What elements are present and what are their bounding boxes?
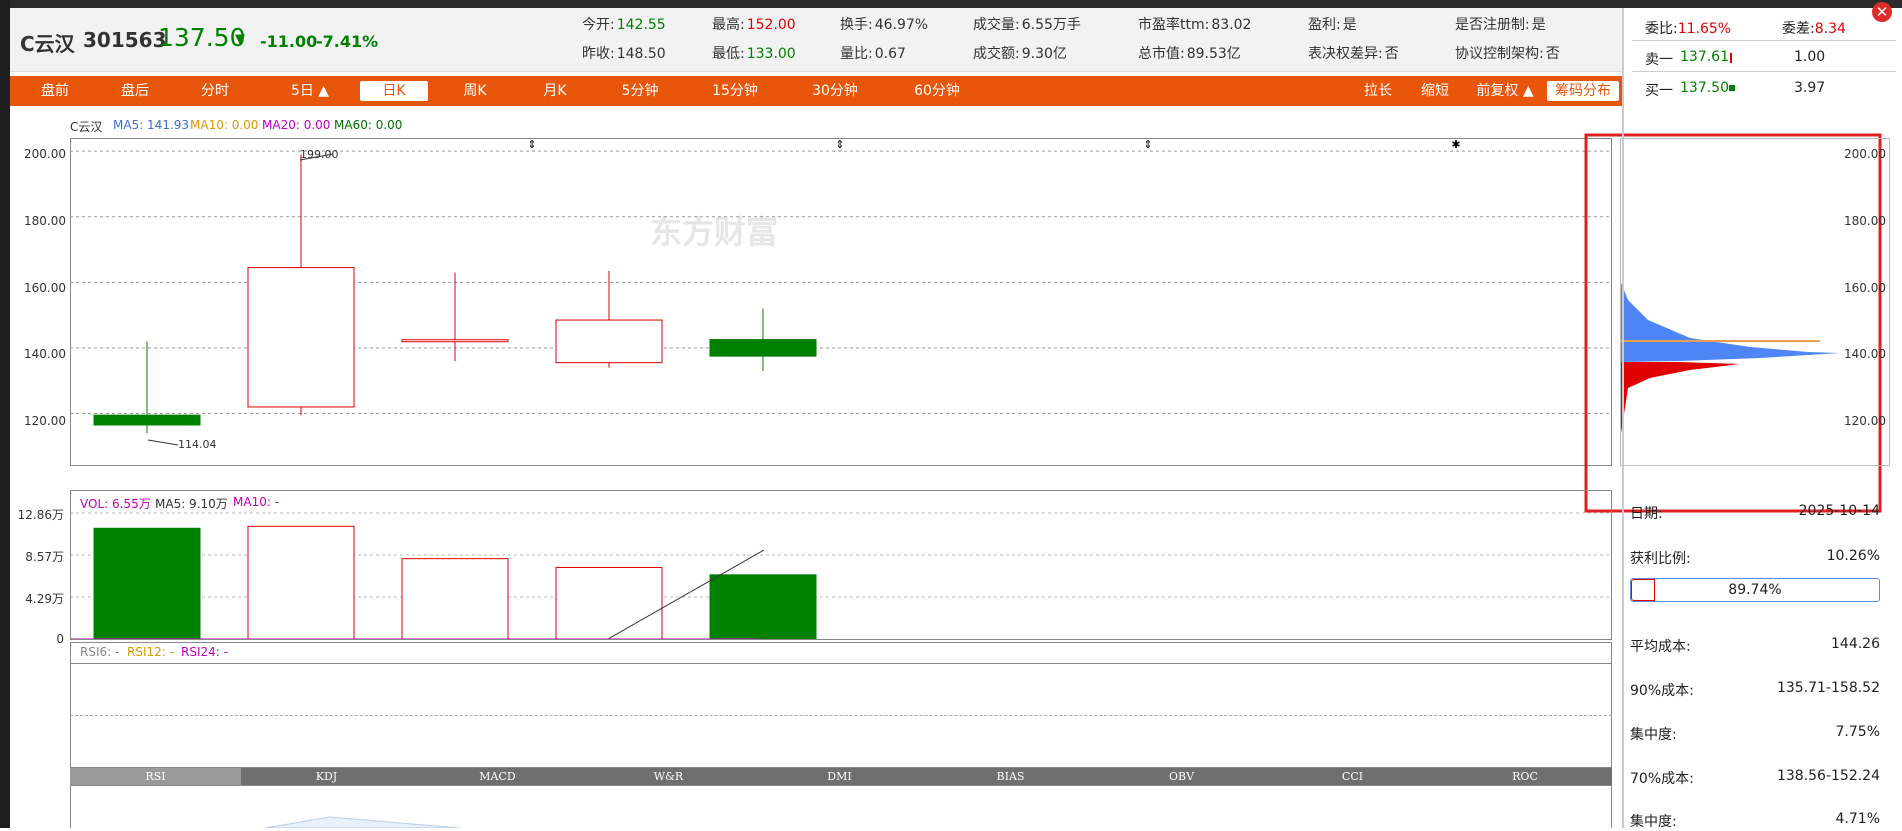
orderbook-divider — [1632, 40, 1896, 41]
chip-profit-bar-text: 89.74% — [1728, 582, 1782, 598]
chip-profit-row: 获利比例: 10.26% — [1630, 548, 1880, 568]
weicha-label: 委差: — [1782, 21, 1815, 37]
weibi-value: 11.65% — [1677, 21, 1732, 37]
chip-conc90-row: 集中度: 7.75% — [1630, 724, 1880, 744]
chip-conc90-value: 7.75% — [1835, 724, 1880, 740]
buy1-volume: 3.97 — [1794, 80, 1826, 96]
chip-c70-value: 138.56-152.24 — [1776, 768, 1880, 784]
chip-axis-label: 160.00 — [1844, 281, 1886, 295]
chip-axis-label: 200.00 — [1844, 147, 1886, 161]
chip-avg-cost-value: 144.26 — [1831, 636, 1880, 652]
buy1-price: 137.50 — [1680, 80, 1729, 96]
chip-profit-value: 10.26% — [1826, 548, 1880, 564]
chip-c70-label: 70%成本: — [1630, 771, 1694, 787]
buy1-label: 买一 — [1645, 83, 1673, 99]
sell1-volume: 1.00 — [1794, 49, 1826, 65]
chip-date-row: 日期: 2025-10-14 — [1630, 503, 1880, 523]
chip-profit-bar: 89.74% — [1630, 578, 1880, 602]
weibi-label: 委比: — [1645, 21, 1678, 37]
chip-axis-label: 140.00 — [1844, 347, 1886, 361]
chip-conc70-value: 4.71% — [1835, 811, 1880, 827]
indicator-area — [264, 816, 461, 828]
chip-c90-label: 90%成本: — [1630, 683, 1694, 699]
chip-date-value: 2025-10-14 — [1798, 503, 1880, 519]
chip-conc90-label: 集中度: — [1630, 727, 1677, 743]
weibi: 委比:11.65% — [1645, 18, 1731, 38]
chip-axis-label: 120.00 — [1844, 414, 1886, 428]
chip-avg-cost-row: 平均成本: 144.26 — [1630, 636, 1880, 656]
weicha-value: 8.34 — [1814, 21, 1846, 37]
chip-axis-label: 180.00 — [1844, 214, 1886, 228]
weicha: 委差:8.34 — [1782, 18, 1846, 38]
chip-c70-row: 70%成本: 138.56-152.24 — [1630, 768, 1880, 788]
app-window: ✕ C云汉 301563 137.50 ▼ -11.00 -7.41% 今开: 1… — [0, 0, 1902, 831]
chip-profit-label: 获利比例: — [1630, 551, 1691, 567]
chip-avg-cost-label: 平均成本: — [1630, 639, 1691, 655]
sell1-label: 卖一 — [1645, 52, 1673, 68]
indicator-hint-svg — [264, 816, 461, 828]
chip-date-label: 日期: — [1630, 506, 1663, 522]
chip-c90-row: 90%成本: 135.71-158.52 — [1630, 680, 1880, 700]
sell1-price: 137.61 — [1680, 49, 1729, 65]
orderbook-divider — [1632, 71, 1896, 72]
chip-conc70-row: 集中度: 4.71% — [1630, 811, 1880, 831]
sell1-bar — [1730, 53, 1732, 63]
chip-c90-value: 135.71-158.52 — [1776, 680, 1880, 696]
buy1-bar — [1729, 85, 1735, 91]
